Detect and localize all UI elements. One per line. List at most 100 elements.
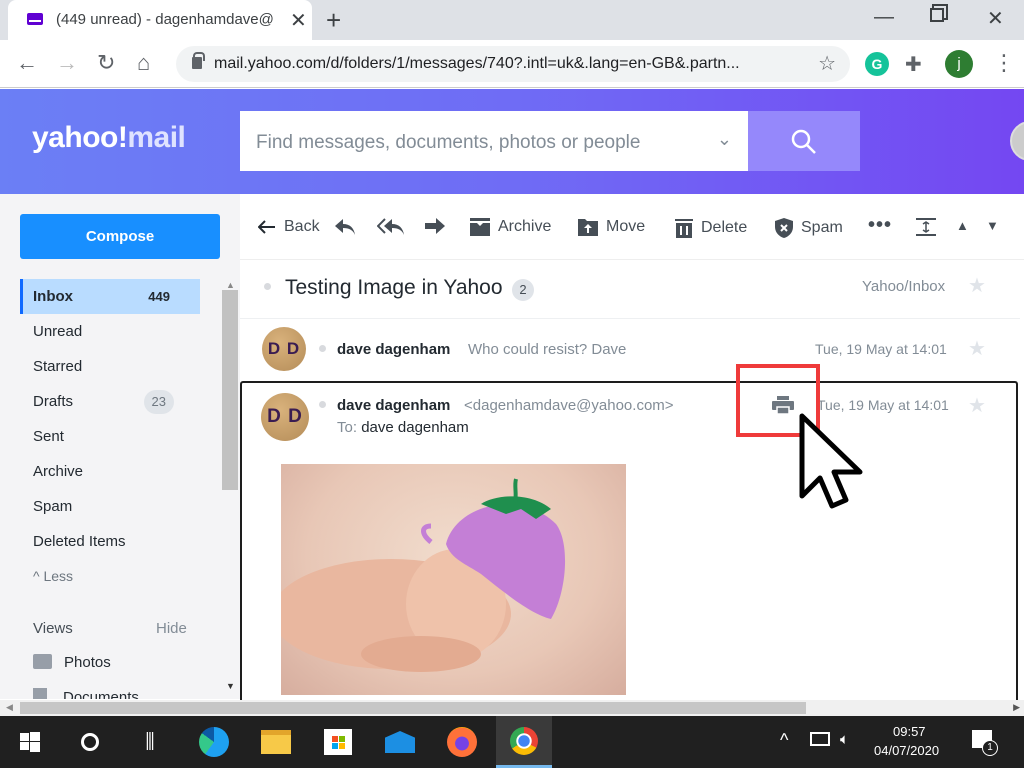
views-hide-button[interactable]: Hide	[156, 620, 187, 637]
task-view-icon: ⫼	[145, 730, 155, 753]
file-explorer-button[interactable]	[248, 716, 304, 768]
forward-icon	[425, 218, 445, 234]
scroll-left-icon[interactable]: ◀	[6, 702, 13, 713]
sidebar-item-inbox[interactable]: Inbox 449	[20, 279, 200, 314]
back-button[interactable]: Back	[258, 218, 320, 236]
star-icon[interactable]: ★	[968, 273, 986, 298]
view-label: Photos	[64, 654, 111, 671]
mouse-cursor-icon	[799, 413, 863, 509]
thread-subject: Testing Image in Yahoo	[285, 276, 503, 299]
scroll-right-icon[interactable]: ▶	[1013, 702, 1020, 713]
firefox-icon	[447, 727, 477, 757]
star-icon[interactable]: ★	[968, 336, 986, 361]
network-icon[interactable]	[810, 732, 830, 746]
inline-image-baby[interactable]	[281, 464, 626, 695]
forward-button[interactable]	[424, 218, 454, 234]
extensions-icon[interactable]: ✚	[905, 52, 929, 76]
move-button[interactable]: Move	[578, 218, 645, 236]
more-options-icon[interactable]: •••	[868, 214, 892, 237]
cortana-icon	[81, 733, 99, 751]
grammarly-icon[interactable]: G	[865, 52, 889, 76]
firefox-button[interactable]	[434, 716, 490, 768]
start-button[interactable]	[2, 716, 58, 768]
bookmark-star-icon[interactable]: ☆	[818, 51, 836, 76]
minimize-button[interactable]: —	[874, 6, 894, 29]
reload-icon[interactable]: ↻	[97, 50, 115, 76]
close-window-button[interactable]: ✕	[987, 6, 1004, 31]
reply-button[interactable]	[334, 218, 364, 236]
sidebar-item-starred[interactable]: Starred	[20, 349, 200, 384]
unread-dot-icon	[264, 283, 271, 290]
profile-icon[interactable]: j	[945, 50, 973, 78]
message-date: Tue, 19 May at 14:01	[815, 341, 947, 357]
thread-folder-label[interactable]: Yahoo/Inbox	[862, 278, 945, 295]
home-icon[interactable]: ⌂	[137, 50, 150, 76]
sidebar-item-photos[interactable]: Photos	[33, 654, 111, 671]
back-icon[interactable]: ←	[16, 50, 38, 76]
sidebar-item-archive[interactable]: Archive	[20, 454, 200, 489]
clock-date[interactable]: 04/07/2020	[874, 743, 939, 758]
search-input[interactable]: Find messages, documents, photos or peop…	[240, 111, 748, 171]
yahoo-mail-logo[interactable]: yahoo!mail	[32, 121, 186, 155]
overflow-icon[interactable]: ⋮	[1018, 218, 1024, 238]
next-message-icon[interactable]: ▼	[986, 218, 999, 233]
address-bar[interactable]: mail.yahoo.com/d/folders/1/messages/740?…	[176, 46, 850, 82]
shield-x-icon	[775, 218, 793, 238]
sidebar-item-documents[interactable]: Documents	[33, 688, 139, 699]
message-row-collapsed[interactable]: D D dave dagenham Who could resist? Dave…	[240, 320, 1020, 378]
edge-button[interactable]	[186, 716, 242, 768]
folder-icon	[261, 730, 291, 754]
reply-all-icon	[377, 218, 404, 235]
sender-avatar: D D	[262, 327, 306, 371]
menu-icon[interactable]: ⋮	[993, 50, 1015, 76]
tab-close-icon[interactable]: ✕	[290, 8, 307, 33]
spam-button[interactable]: Spam	[775, 218, 843, 238]
delete-button[interactable]: Delete	[675, 218, 747, 238]
new-tab-button[interactable]: +	[326, 5, 341, 36]
mail-app-button[interactable]	[372, 716, 428, 768]
volume-icon[interactable]: 🔈︎	[840, 731, 849, 748]
mail-icon	[385, 731, 415, 753]
sidebar-item-spam[interactable]: Spam	[20, 489, 200, 524]
task-view-button[interactable]: ⫼	[122, 716, 178, 768]
reply-all-button[interactable]	[377, 218, 413, 236]
cortana-button[interactable]	[62, 716, 118, 768]
sidebar-item-deleted-items[interactable]: Deleted Items	[20, 524, 200, 559]
message-snippet: Who could resist? Dave	[468, 341, 627, 358]
sidebar-item-unread[interactable]: Unread	[20, 314, 200, 349]
chevron-down-icon[interactable]: ⌄	[717, 129, 732, 150]
clock-time[interactable]: 09:57	[893, 724, 926, 739]
sender-name[interactable]: dave dagenham	[337, 397, 450, 414]
trash-icon	[675, 219, 693, 238]
less-toggle[interactable]: ^ Less	[33, 568, 73, 584]
archive-button[interactable]: Archive	[470, 218, 551, 236]
less-label: Less	[43, 568, 74, 584]
notification-count: 1	[982, 740, 998, 756]
url-text: mail.yahoo.com/d/folders/1/messages/740?…	[214, 55, 740, 72]
scrollbar-thumb[interactable]	[222, 290, 238, 490]
sidebar-item-drafts[interactable]: Drafts 23	[20, 384, 200, 419]
browser-tab[interactable]: (449 unread) - dagenhamdave@ ✕	[8, 0, 312, 40]
compose-button[interactable]: Compose	[20, 214, 220, 259]
forward-icon[interactable]: →	[56, 50, 78, 76]
star-icon[interactable]: ★	[968, 393, 986, 418]
expand-collapse-button[interactable]	[916, 218, 944, 236]
back-label: Back	[284, 218, 320, 235]
chrome-button[interactable]	[496, 716, 552, 768]
previous-message-icon[interactable]: ▲	[956, 218, 969, 233]
sidebar: Compose Inbox 449 Unread Starred Drafts 23…	[0, 194, 240, 699]
scroll-up-icon[interactable]: ▲	[226, 280, 235, 290]
sidebar-scrollbar[interactable]: ▲ ▼	[222, 280, 238, 691]
chevron-up-icon: ^	[33, 568, 44, 584]
scroll-down-icon[interactable]: ▼	[226, 681, 235, 691]
message-date: Tue, 19 May at 14:01	[817, 397, 949, 413]
account-avatar[interactable]	[1010, 121, 1024, 161]
scrollbar-thumb[interactable]	[20, 702, 806, 714]
logo-mail: mail	[127, 121, 186, 154]
horizontal-scrollbar[interactable]: ◀ ▶	[0, 700, 1024, 716]
show-hidden-icons-icon[interactable]: ^	[780, 730, 788, 751]
sidebar-item-sent[interactable]: Sent	[20, 419, 200, 454]
restore-button[interactable]	[930, 8, 944, 22]
store-button[interactable]	[310, 716, 366, 768]
search-button[interactable]	[748, 111, 860, 171]
